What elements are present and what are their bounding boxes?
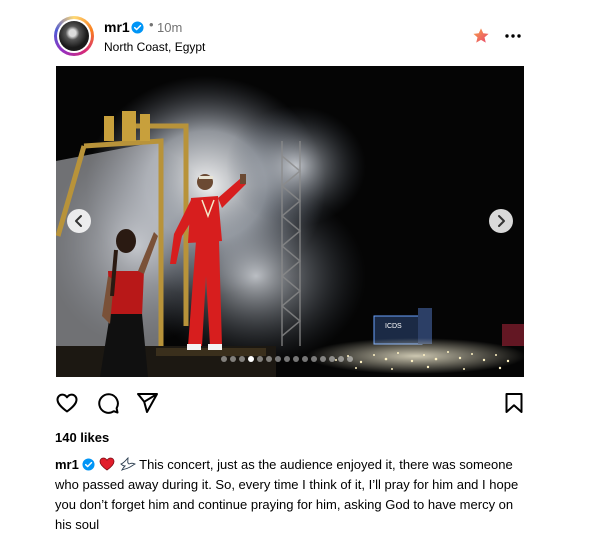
chevron-left-icon (75, 215, 82, 227)
post-caption: mr1 This concert, just as the audience e… (55, 455, 525, 535)
previous-slide-button[interactable] (67, 209, 91, 233)
next-slide-button[interactable] (489, 209, 513, 233)
verified-badge-icon (131, 21, 144, 34)
comment-icon[interactable] (96, 391, 120, 415)
avatar[interactable] (54, 16, 94, 56)
carousel-dot (329, 356, 335, 362)
post-username[interactable]: mr1 (104, 19, 130, 35)
carousel-dot (257, 356, 263, 362)
post-location[interactable]: North Coast, Egypt (104, 40, 205, 54)
carousel-indicator (221, 356, 356, 364)
star-icon[interactable] (472, 27, 490, 45)
carousel-dot (275, 356, 281, 362)
verified-badge-icon (82, 458, 96, 471)
post-time: 10m (157, 20, 183, 35)
carousel-dot (266, 356, 272, 362)
carousel-dot (320, 356, 326, 362)
stage-sign-text: ICDS (385, 323, 402, 330)
heart-icon (99, 457, 115, 471)
carousel-dot (248, 356, 254, 362)
concert-photo: ICDS (56, 66, 524, 377)
carousel-dot (311, 356, 317, 362)
avatar-image (57, 19, 91, 53)
post-media[interactable]: ICDS (56, 66, 524, 377)
carousel-dot (347, 356, 353, 362)
paper-plane-icon[interactable] (135, 391, 159, 415)
dove-icon (119, 457, 136, 471)
avatar-photo (59, 21, 89, 51)
instagram-post: mr1 • 10m North Coast, Egypt ICDS 140 li… (0, 0, 616, 537)
carousel-dot (293, 356, 299, 362)
carousel-dot (221, 356, 227, 362)
chevron-right-icon (498, 215, 505, 227)
carousel-dot (302, 356, 308, 362)
carousel-dot (239, 356, 245, 362)
carousel-dot (338, 356, 344, 362)
time-separator: • (149, 17, 154, 32)
likes-count[interactable]: 140 likes (55, 430, 109, 445)
heart-outline-icon[interactable] (55, 391, 79, 415)
bookmark-icon[interactable] (502, 391, 526, 415)
carousel-dot (230, 356, 236, 362)
more-options-icon[interactable] (503, 27, 523, 45)
caption-username[interactable]: mr1 (55, 457, 79, 472)
carousel-dot (284, 356, 290, 362)
